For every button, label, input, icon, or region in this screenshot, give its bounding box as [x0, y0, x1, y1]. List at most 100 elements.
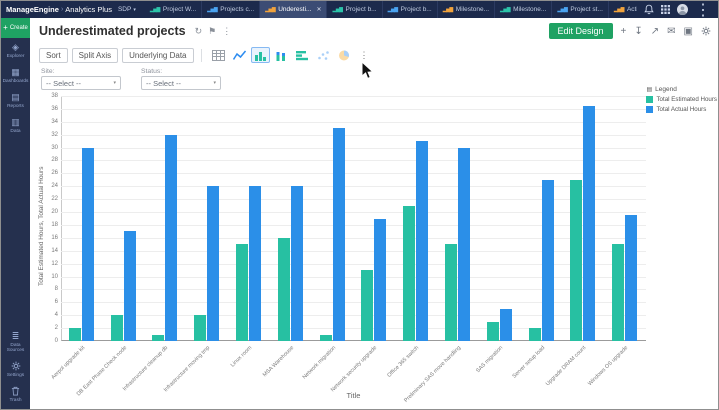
tab-chart-icon: ▂▅▇ [614, 7, 624, 13]
tab-close-icon[interactable]: ✕ [316, 6, 321, 13]
browser-tab[interactable]: ▂▅▇ Project b... [327, 1, 382, 18]
workspace-label: SDP [118, 6, 131, 13]
sidebar-item-label: Data Sources [1, 343, 30, 353]
toolbar-button-underlying-data[interactable]: Underlying Data [122, 48, 193, 63]
y-axis-tick-label: 0 [34, 338, 58, 344]
chart-bar[interactable] [583, 106, 595, 341]
browser-tab[interactable]: ▂▅▇Milestone... [495, 1, 552, 18]
chart-bar[interactable] [249, 186, 261, 341]
gridline [61, 302, 646, 303]
legend-swatch [646, 96, 653, 103]
gridline [61, 264, 646, 265]
legend-item[interactable]: Total Estimated Hours [646, 96, 717, 103]
chart-canvas: Total Estimated Hours, Total Actual Hour… [30, 86, 719, 410]
settings-icon [701, 26, 711, 36]
sidebar-item-reports[interactable]: ▤Reports [1, 88, 30, 113]
chart-bar[interactable] [333, 128, 345, 341]
sidebar-item-settings[interactable]: Settings [1, 357, 30, 382]
topbar-icons: ⋮ [637, 0, 718, 20]
chart-bar[interactable] [403, 206, 415, 341]
create-button[interactable]: + Create [1, 18, 30, 38]
table-chart-icon[interactable] [209, 47, 228, 63]
stacked-bar-chart-icon[interactable] [272, 47, 291, 63]
tab-label: Projects c... [220, 6, 254, 13]
gridline [61, 109, 646, 110]
chart-bar[interactable] [194, 315, 206, 341]
chart-bar[interactable] [165, 135, 177, 341]
legend-label: Total Actual Hours [656, 106, 706, 113]
gridline [61, 328, 646, 329]
chart-bar[interactable] [500, 309, 512, 341]
chart-bar[interactable] [124, 231, 136, 341]
chart-bar[interactable] [278, 238, 290, 341]
plus-icon: + [621, 26, 627, 37]
line-chart-icon[interactable] [230, 47, 249, 63]
chart-bar[interactable] [320, 335, 332, 341]
chart-bar[interactable] [236, 244, 248, 341]
mail-icon: ✉ [667, 26, 675, 37]
browser-tab[interactable]: ▂▅▇Underesti...✕ [260, 1, 327, 18]
more-icon[interactable]: ⋮ [360, 50, 369, 61]
legend-swatch [646, 106, 653, 113]
horizontal-bar-chart-icon[interactable] [293, 47, 312, 63]
brand-product: Analytics Plus [65, 5, 112, 14]
gridline [61, 160, 646, 161]
sidebar-bottom-nav: ≣Data SourcesSettingsTrash [1, 327, 30, 410]
browser-tab[interactable]: ▂▅▇Project W... [145, 1, 202, 18]
chart-bar[interactable] [207, 186, 219, 341]
browser-tab[interactable]: ▂▅▇Active Mil... [609, 1, 637, 18]
tab-chart-icon: ▂▅▇ [150, 7, 160, 13]
sidebar: + Create ◈Explorer▦Dashboards▤Reports▥Da… [1, 18, 30, 410]
tab-label: Milestone... [456, 6, 489, 13]
chart-bar[interactable] [82, 148, 94, 341]
legend-label: Total Estimated Hours [656, 96, 717, 103]
chart-bar[interactable] [529, 328, 541, 341]
chart-bar[interactable] [487, 322, 499, 341]
sidebar-item-explorer[interactable]: ◈Explorer [1, 38, 30, 63]
browser-tab[interactable]: ▂▅▇Project st... [552, 1, 609, 18]
y-axis-tick-label: 30 [34, 145, 58, 151]
chart-type-switcher [209, 47, 354, 63]
toolbar-button-split-axis[interactable]: Split Axis [72, 48, 118, 63]
chart-bar[interactable] [445, 244, 457, 341]
chevron-down-icon: ▾ [133, 7, 136, 13]
report-header: Underestimated projects ↻⚑⋮ Edit Design … [30, 18, 719, 44]
chart-bar[interactable] [542, 180, 554, 341]
edit-design-button[interactable]: Edit Design [549, 23, 613, 39]
chart-bar[interactable] [625, 215, 637, 341]
x-axis-title: Title [61, 391, 646, 400]
chart-bar[interactable] [152, 335, 164, 341]
chart-bar[interactable] [458, 148, 470, 341]
tab-label: Project b... [346, 6, 377, 13]
chart-bar[interactable] [111, 315, 123, 341]
chart-bar[interactable] [69, 328, 81, 341]
browser-tab[interactable]: ▂▅▇Project b... [383, 1, 438, 18]
notifications-icon [644, 4, 654, 15]
title-icons: ↻⚑⋮ [195, 26, 232, 37]
chart-bar[interactable] [291, 186, 303, 341]
toolbar-button-sort[interactable]: Sort [39, 48, 68, 63]
bar-chart-icon[interactable] [251, 47, 270, 63]
browser-tab[interactable]: ▂▅▇Projects c... [202, 1, 260, 18]
workspace-selector[interactable]: SDP ▾ [118, 6, 136, 13]
gridline [61, 96, 646, 97]
chart-bar[interactable] [374, 219, 386, 342]
chart-bar[interactable] [361, 270, 373, 341]
chart-bar[interactable] [612, 244, 624, 341]
legend-item[interactable]: Total Actual Hours [646, 106, 717, 113]
sidebar-item-data[interactable]: ▥Data [1, 113, 30, 138]
gridline [61, 289, 646, 290]
dashboards-icon: ▦ [11, 67, 20, 77]
more-icon: ⋮ [222, 26, 231, 36]
chart-bar[interactable] [416, 141, 428, 341]
more-icon: ⋮ [695, 0, 711, 20]
tab-chart-icon: ▂▅▇ [500, 7, 510, 13]
chart-bar[interactable] [570, 180, 582, 341]
tab-chart-icon: ▂▅▇ [332, 7, 342, 13]
sidebar-item-dashboards[interactable]: ▦Dashboards [1, 63, 30, 88]
browser-tab[interactable]: ▂▅▇Milestone... [438, 1, 495, 18]
sidebar-item-data-sources[interactable]: ≣Data Sources [1, 327, 30, 357]
refresh-icon: ↻ [195, 26, 203, 36]
create-label: Create [10, 25, 28, 31]
topbar: ManageEngine › Analytics Plus SDP ▾ ▂▅▇P… [1, 1, 718, 18]
